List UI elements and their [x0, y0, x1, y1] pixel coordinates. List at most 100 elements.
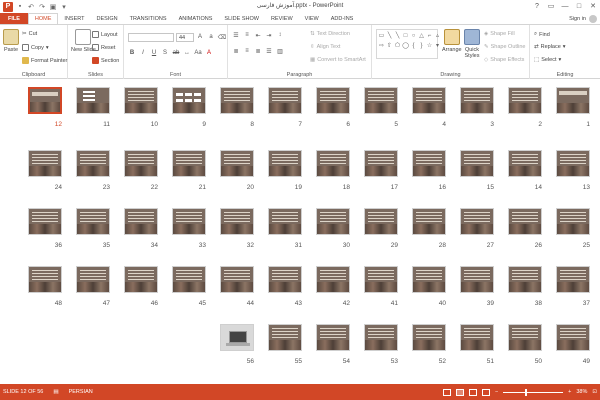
- strikethrough-icon[interactable]: ab: [172, 49, 180, 57]
- section-button[interactable]: Section: [92, 57, 119, 64]
- slide-thumbnail[interactable]: [556, 266, 590, 293]
- shapes-gallery[interactable]: ▭ ╲ ╲ □ ○ △ ⌐ ▵ ⇨ ⇧ ⬠ ◯ { } ☆ ▾: [376, 29, 441, 59]
- cut-button[interactable]: ✂ Cut: [22, 31, 37, 37]
- zoom-slider-thumb[interactable]: [524, 388, 527, 396]
- slide-thumbnail[interactable]: [268, 324, 302, 351]
- zoom-out-icon[interactable]: −: [495, 389, 498, 395]
- tab-add-ins[interactable]: ADD-INS: [325, 13, 360, 24]
- tab-insert[interactable]: INSERT: [58, 13, 90, 24]
- shape-icon[interactable]: ◯: [402, 41, 409, 50]
- layout-button[interactable]: Layout: [92, 31, 118, 38]
- ribbon-display-button[interactable]: ▭: [544, 0, 558, 12]
- slide-thumbnail[interactable]: [364, 266, 398, 293]
- sign-in[interactable]: Sign in: [569, 13, 597, 24]
- slide-thumbnail[interactable]: [460, 87, 494, 114]
- clear-format-icon[interactable]: ⌫: [218, 33, 226, 41]
- tab-review[interactable]: REVIEW: [265, 13, 299, 24]
- slide-thumbnail[interactable]: [460, 150, 494, 177]
- tab-home[interactable]: HOME: [27, 13, 59, 24]
- slide-thumbnail[interactable]: [124, 266, 158, 293]
- shape-icon[interactable]: ⬠: [394, 41, 401, 50]
- italic-icon[interactable]: I: [139, 49, 147, 57]
- slide-thumbnail[interactable]: [220, 150, 254, 177]
- slide-sorter-view-icon[interactable]: [455, 388, 464, 396]
- font-name-combo[interactable]: [128, 33, 174, 42]
- slide-thumbnail[interactable]: [28, 150, 62, 177]
- reset-button[interactable]: Reset: [92, 44, 115, 51]
- slide-thumbnail[interactable]: [508, 266, 542, 293]
- slide-thumbnail[interactable]: [316, 150, 350, 177]
- increase-indent-icon[interactable]: ⇥: [265, 31, 273, 39]
- reading-view-icon[interactable]: [468, 388, 477, 396]
- slide-thumbnail[interactable]: [28, 266, 62, 293]
- slide-thumbnail[interactable]: [364, 324, 398, 351]
- shape-icon[interactable]: ▵: [434, 31, 441, 40]
- slide-thumbnail[interactable]: [316, 324, 350, 351]
- shrink-font-icon[interactable]: a: [207, 33, 215, 41]
- redo-icon[interactable]: ↷: [38, 3, 46, 11]
- slide-thumbnail[interactable]: [220, 87, 254, 114]
- tab-view[interactable]: VIEW: [299, 13, 325, 24]
- format-painter-button[interactable]: Format Painter: [22, 57, 67, 64]
- slide-thumbnail[interactable]: [172, 87, 206, 114]
- slide-thumbnail[interactable]: [364, 150, 398, 177]
- shape-icon[interactable]: ☆: [426, 41, 433, 50]
- text-direction-button[interactable]: ⇅ Text Direction: [310, 31, 350, 37]
- slide-thumbnail[interactable]: [556, 324, 590, 351]
- slide-thumbnail[interactable]: [268, 208, 302, 235]
- slide-thumbnail[interactable]: [316, 266, 350, 293]
- zoom-level[interactable]: 38%: [576, 389, 587, 395]
- font-color-icon[interactable]: A: [205, 49, 213, 57]
- columns-icon[interactable]: ▥: [276, 47, 284, 55]
- tab-transitions[interactable]: TRANSITIONS: [124, 13, 173, 24]
- slide-thumbnail[interactable]: [460, 266, 494, 293]
- shape-icon[interactable]: {: [410, 41, 417, 50]
- slide-thumbnail[interactable]: [316, 87, 350, 114]
- align-center-icon[interactable]: ≡: [243, 47, 251, 55]
- line-spacing-icon[interactable]: ↕: [276, 31, 284, 39]
- slide-thumbnail[interactable]: [412, 324, 446, 351]
- slide-thumbnail[interactable]: [76, 266, 110, 293]
- slide-thumbnail[interactable]: [364, 208, 398, 235]
- slide-thumbnail[interactable]: [268, 87, 302, 114]
- slide-thumbnail[interactable]: [220, 324, 254, 351]
- tab-animations[interactable]: ANIMATIONS: [173, 13, 219, 24]
- grow-font-icon[interactable]: A: [196, 33, 204, 41]
- align-right-icon[interactable]: ≣: [254, 47, 262, 55]
- slide-thumbnail[interactable]: [268, 150, 302, 177]
- slide-thumbnail[interactable]: [76, 87, 110, 114]
- slide-thumbnail[interactable]: [76, 150, 110, 177]
- normal-view-icon[interactable]: [442, 388, 451, 396]
- shape-icon[interactable]: ○: [410, 31, 417, 40]
- slide-thumbnail[interactable]: [412, 208, 446, 235]
- shape-icon[interactable]: ╲: [386, 31, 393, 40]
- change-case-icon[interactable]: Aa: [194, 49, 202, 57]
- sign-in-label[interactable]: Sign in: [569, 16, 586, 22]
- shape-icon[interactable]: ▭: [378, 31, 385, 40]
- shape-icon[interactable]: △: [418, 31, 425, 40]
- slide-thumbnail[interactable]: [556, 87, 590, 114]
- slide-thumbnail[interactable]: [316, 208, 350, 235]
- minimize-button[interactable]: —: [558, 0, 572, 12]
- maximize-button[interactable]: □: [572, 0, 586, 12]
- proofing-icon[interactable]: ▤: [53, 389, 58, 395]
- slide-thumbnail[interactable]: [364, 87, 398, 114]
- font-size-combo[interactable]: 44: [176, 33, 194, 42]
- decrease-indent-icon[interactable]: ⇤: [254, 31, 262, 39]
- zoom-slider[interactable]: [503, 388, 564, 396]
- save-icon[interactable]: ▪: [16, 3, 24, 11]
- slide-thumbnail[interactable]: [460, 324, 494, 351]
- justify-icon[interactable]: ☰: [265, 47, 273, 55]
- align-text-button[interactable]: ⇳ Align Text: [310, 44, 340, 50]
- shape-fill-button[interactable]: ◈ Shape Fill: [484, 31, 515, 37]
- numbering-icon[interactable]: ≡: [243, 31, 251, 39]
- slide-thumbnail[interactable]: [124, 87, 158, 114]
- shape-icon[interactable]: ⇨: [378, 41, 385, 50]
- align-left-icon[interactable]: ≣: [232, 47, 240, 55]
- tab-slide-show[interactable]: SLIDE SHOW: [218, 13, 265, 24]
- slide-thumbnail[interactable]: [76, 208, 110, 235]
- select-button[interactable]: ⬚ Select ▾: [534, 57, 561, 63]
- slide-thumbnail[interactable]: [508, 324, 542, 351]
- slide-thumbnail[interactable]: [220, 208, 254, 235]
- shape-outline-button[interactable]: ✎ Shape Outline: [484, 44, 525, 50]
